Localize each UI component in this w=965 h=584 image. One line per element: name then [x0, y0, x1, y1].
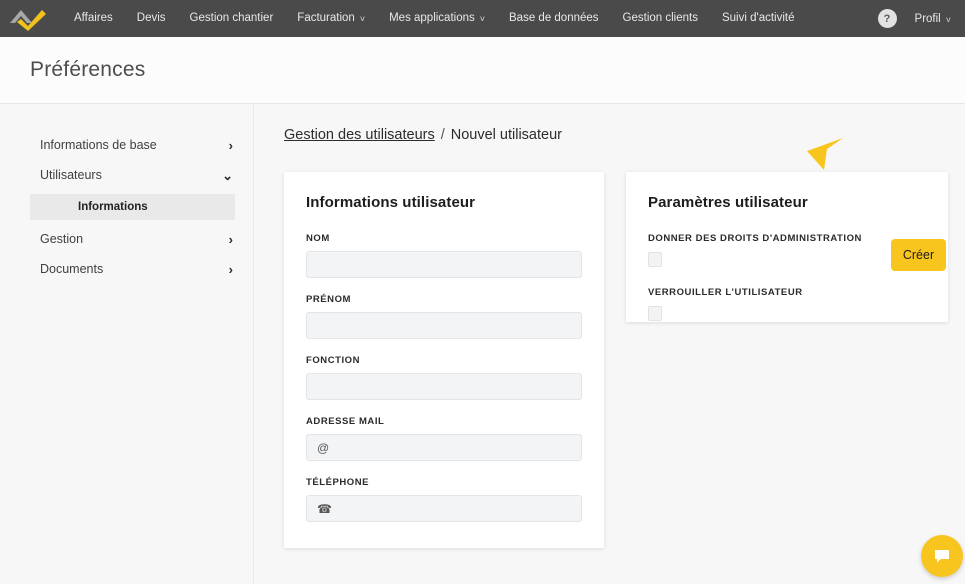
nom-input[interactable] [317, 252, 571, 277]
sidebar-item-label: Gestion [40, 232, 84, 246]
chevron-down-icon: ˅ [359, 14, 366, 24]
field-prenom: PRÉNOM [306, 294, 582, 339]
nav-item-label: Affaires [74, 12, 113, 24]
lock-user-label: VERROUILLER L'UTILISATEUR [648, 287, 803, 298]
chevron-right-icon: › [228, 137, 233, 153]
field-label: FONCTION [306, 355, 361, 366]
navbar-links: Affaires Devis Gestion chantier Facturat… [62, 0, 807, 37]
profile-menu[interactable]: Profil ˅ [915, 13, 951, 25]
fonction-input-wrapper[interactable] [306, 373, 582, 400]
chevron-right-icon: › [228, 231, 233, 247]
sidebar-item-informations-de-base[interactable]: Informations de base › [0, 130, 253, 160]
admin-rights-checkbox[interactable] [648, 252, 662, 267]
nav-item-label: Suivi d'activité [721, 12, 795, 24]
nav-item-base-de-donnees[interactable]: Base de données [497, 0, 611, 37]
sidebar: Informations de base › Utilisateurs ⌄ In… [0, 104, 254, 584]
sidebar-item-label: Utilisateurs [40, 168, 102, 182]
nav-item-label: Gestion clients [622, 12, 698, 24]
nav-item-gestion-chantier[interactable]: Gestion chantier [178, 0, 286, 37]
nav-item-devis[interactable]: Devis [125, 0, 178, 37]
field-label: PRÉNOM [306, 294, 351, 305]
nav-item-affaires[interactable]: Affaires [62, 0, 125, 37]
admin-rights-label: DONNER DES DROITS D'ADMINISTRATION [648, 233, 862, 244]
nav-item-label: Gestion chantier [189, 12, 274, 24]
page-header: Préférences [0, 37, 965, 104]
field-nom: NOM [306, 233, 582, 278]
nav-item-label: Base de données [509, 12, 599, 24]
chat-widget-button[interactable] [921, 535, 963, 577]
user-info-card: Informations utilisateur NOM PRÉNOM FONC… [284, 172, 604, 548]
page-layout: Informations de base › Utilisateurs ⌄ In… [0, 104, 965, 584]
chat-bubble-icon [935, 550, 949, 563]
lock-user-group: VERROUILLER L'UTILISATEUR [648, 287, 926, 321]
sidebar-item-gestion[interactable]: Gestion › [0, 224, 253, 254]
sidebar-item-utilisateurs[interactable]: Utilisateurs ⌄ [0, 160, 253, 190]
admin-rights-group: DONNER DES DROITS D'ADMINISTRATION [648, 233, 926, 267]
user-info-card-title: Informations utilisateur [306, 194, 476, 211]
nav-item-mes-applications[interactable]: Mes applications ˅ [377, 0, 497, 37]
help-icon[interactable]: ? [877, 9, 897, 28]
fonction-input[interactable] [317, 374, 571, 399]
sidebar-item-documents[interactable]: Documents › [0, 254, 253, 284]
field-label: ADRESSE MAIL [306, 416, 385, 427]
sidebar-subitem-label: Informations [78, 201, 148, 213]
breadcrumb: Gestion des utilisateurs / Nouvel utilis… [284, 104, 948, 162]
phone-field[interactable] [337, 496, 571, 521]
nav-item-gestion-clients[interactable]: Gestion clients [611, 0, 710, 37]
lock-user-checkbox[interactable] [648, 306, 662, 321]
nom-input-wrapper[interactable] [306, 251, 582, 278]
chevron-down-icon: ˅ [945, 14, 951, 25]
nav-item-label: Facturation [297, 12, 355, 24]
navbar-right: ? Profil ˅ [877, 9, 951, 28]
profile-label: Profil [914, 12, 941, 25]
field-label: TÉLÉPHONE [306, 477, 370, 488]
phone-input-wrapper[interactable]: ☎ [306, 495, 582, 522]
sidebar-item-label: Documents [40, 262, 104, 276]
user-settings-card-title: Paramètres utilisateur [648, 194, 808, 211]
cards-row: Informations utilisateur NOM PRÉNOM FONC… [284, 172, 948, 548]
field-fonction: FONCTION [306, 355, 582, 400]
phone-icon: ☎ [317, 501, 332, 516]
prenom-input-wrapper[interactable] [306, 312, 582, 339]
top-navbar: Affaires Devis Gestion chantier Facturat… [0, 0, 965, 37]
breadcrumb-link-gestion-des-utilisateurs[interactable]: Gestion des utilisateurs [284, 127, 435, 143]
nav-item-label: Mes applications [389, 12, 475, 24]
nav-item-label: Devis [136, 12, 166, 24]
sidebar-item-informations[interactable]: Informations [30, 194, 235, 220]
page-title: Préférences [30, 58, 146, 81]
nav-item-suivi-activite[interactable]: Suivi d'activité [710, 0, 807, 37]
breadcrumb-current: Nouvel utilisateur [450, 127, 562, 143]
nav-item-facturation[interactable]: Facturation ˅ [285, 0, 377, 37]
chevron-right-icon: › [228, 261, 233, 277]
chevron-down-icon: ⌄ [222, 167, 233, 183]
chevron-down-icon: ˅ [479, 14, 486, 24]
field-adresse-mail: ADRESSE MAIL @ [306, 416, 582, 461]
breadcrumb-separator: / [440, 127, 445, 143]
email-input-wrapper[interactable]: @ [306, 434, 582, 461]
prenom-input[interactable] [317, 313, 571, 338]
app-logo[interactable] [8, 5, 48, 33]
field-label: NOM [306, 233, 330, 244]
create-button[interactable]: Créer [891, 239, 946, 271]
email-field[interactable] [335, 435, 571, 460]
sidebar-item-label: Informations de base [40, 138, 157, 152]
main-content: Gestion des utilisateurs / Nouvel utilis… [254, 104, 965, 584]
at-sign-icon: @ [317, 440, 330, 455]
field-telephone: TÉLÉPHONE ☎ [306, 477, 582, 522]
